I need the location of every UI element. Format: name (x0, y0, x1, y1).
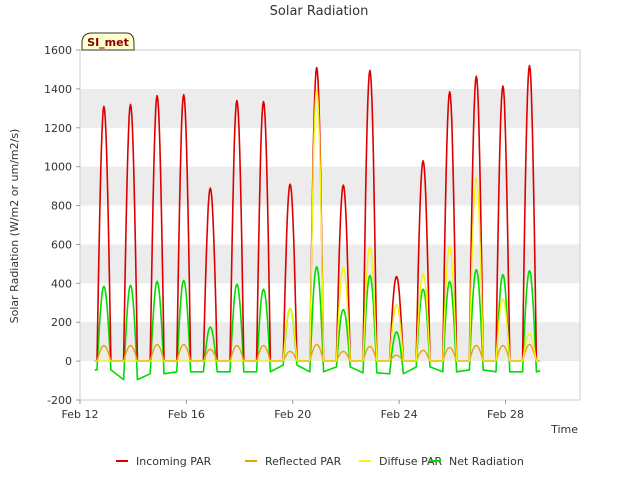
legend-item-net: Net Radiation (429, 455, 524, 468)
y-tick-label: 600 (51, 238, 72, 251)
legend-label-net: Net Radiation (449, 455, 524, 468)
y-tick-label: 0 (65, 355, 72, 368)
grid-band (80, 244, 580, 284)
x-tick-label: Feb 20 (274, 408, 311, 421)
x-tick-label: Feb 24 (381, 408, 418, 421)
station-badge-label: SI_met (87, 36, 129, 49)
legend-item-reflected: Reflected PAR (245, 455, 342, 468)
x-axis-title: Time (550, 423, 578, 436)
solar-radiation-chart: Solar Radiation -200 0 200 400 600 800 1000 120… (8, 4, 581, 468)
y-tick-label: 400 (51, 277, 72, 290)
x-tick-label: Feb 16 (168, 408, 205, 421)
y-tick-label: 1600 (44, 44, 72, 57)
y-tick-label: 200 (51, 316, 72, 329)
grid-band (80, 322, 580, 362)
legend-label-incoming: Incoming PAR (136, 455, 212, 468)
y-tick-label: 800 (51, 200, 72, 213)
legend: Incoming PAR Reflected PAR Diffuse PAR Net … (116, 455, 524, 468)
y-axis-title: Solar Radiation (W/m2 or um/m2/s) (8, 129, 21, 324)
y-axis-ticks: -200 0 200 400 600 800 1000 1200 1400 1600 (44, 44, 80, 407)
legend-item-incoming: Incoming PAR (116, 455, 212, 468)
y-tick-label: 1200 (44, 122, 72, 135)
y-tick-label: 1000 (44, 161, 72, 174)
x-tick-label: Feb 12 (62, 408, 99, 421)
y-tick-label: -200 (47, 394, 72, 407)
x-tick-label: Feb 28 (487, 408, 524, 421)
station-badge: SI_met (81, 32, 135, 51)
x-axis-ticks: Feb 12 Feb 16 Feb 20 Feb 24 Feb 28 (62, 400, 524, 421)
legend-label-reflected: Reflected PAR (265, 455, 342, 468)
chart-title: Solar Radiation (270, 4, 369, 19)
y-tick-label: 1400 (44, 83, 72, 96)
grid-band (80, 166, 580, 206)
